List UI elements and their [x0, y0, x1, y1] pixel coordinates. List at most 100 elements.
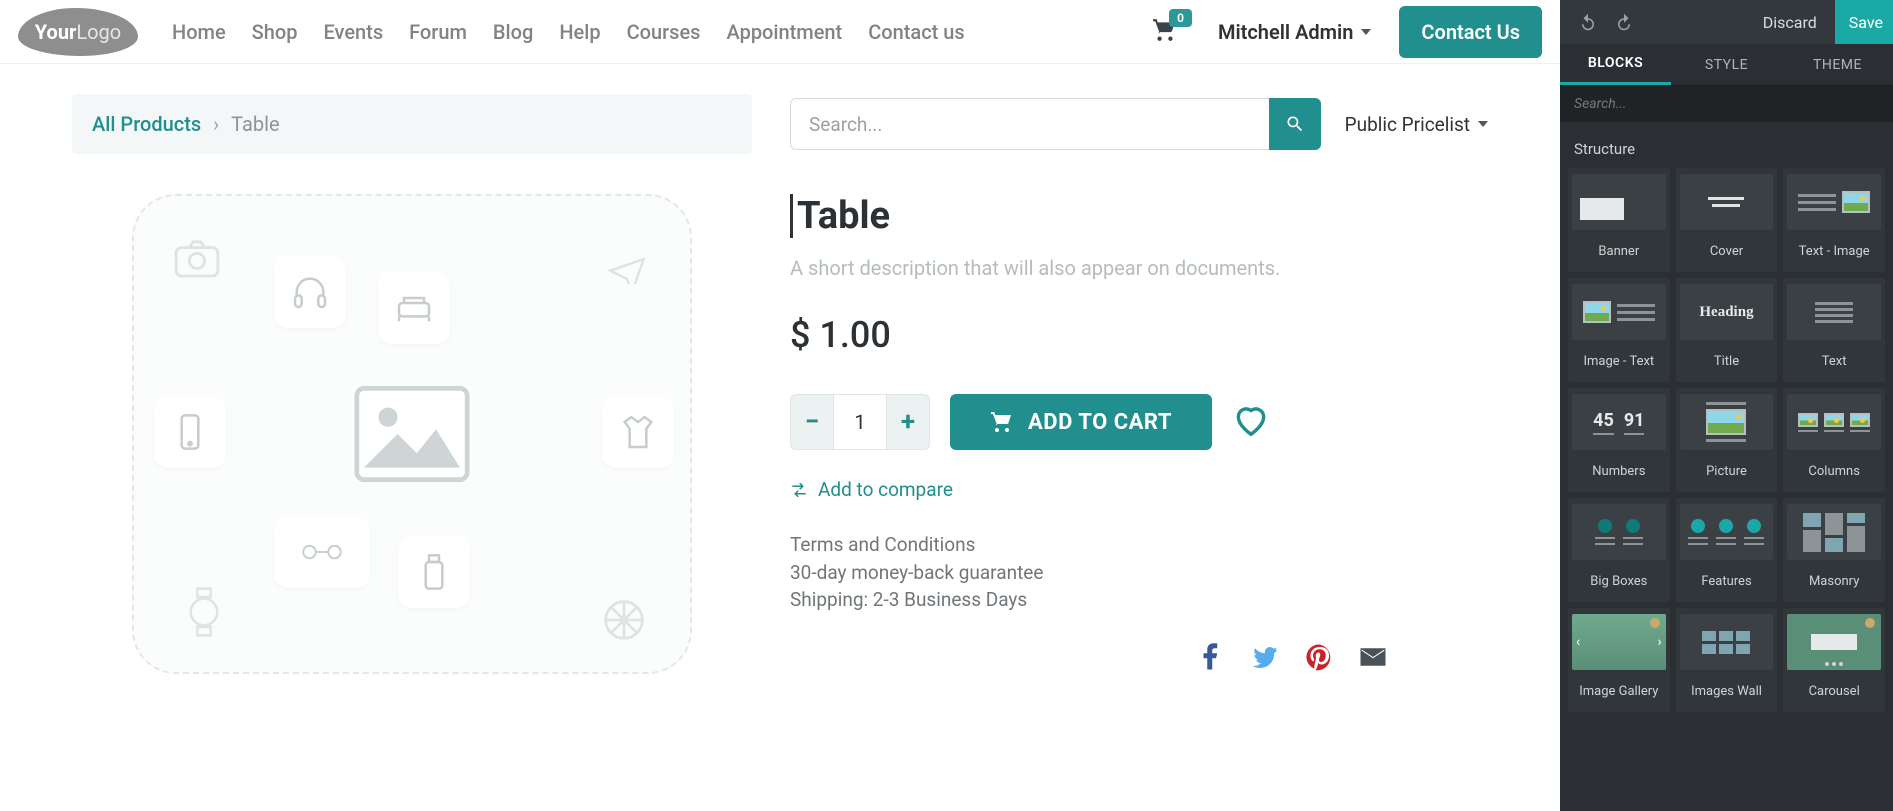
pricelist-dropdown[interactable]: Public Pricelist — [1345, 113, 1488, 136]
envelope-icon — [1358, 642, 1388, 672]
ball-icon — [602, 598, 646, 646]
editor-panel: Discard Save BLOCKS STYLE THEME Structur… — [1560, 0, 1893, 811]
watch-icon — [184, 586, 224, 642]
block-label: Image Gallery — [1579, 678, 1658, 706]
block-label: Images Wall — [1691, 678, 1762, 706]
search-button[interactable] — [1269, 98, 1321, 150]
logo-main: Your — [35, 20, 77, 44]
block-label: Text - Image — [1799, 238, 1870, 266]
block-cover[interactable]: Cover — [1676, 168, 1778, 272]
facebook-icon — [1196, 642, 1226, 672]
compare-label: Add to compare — [818, 478, 953, 501]
add-to-cart-button[interactable]: ADD TO CART — [950, 394, 1212, 450]
user-menu[interactable]: Mitchell Admin — [1218, 20, 1371, 44]
blocks-search-input[interactable] — [1560, 86, 1893, 122]
block-text[interactable]: Text — [1783, 278, 1885, 382]
quantity-stepper: − + — [790, 394, 930, 450]
block-big-boxes[interactable]: Big Boxes — [1568, 498, 1670, 602]
image-icon — [352, 386, 472, 482]
bottle-icon — [398, 536, 470, 608]
block-label: Image - Text — [1583, 348, 1654, 376]
block-text-image[interactable]: Text - Image — [1783, 168, 1885, 272]
nav-help[interactable]: Help — [559, 20, 600, 44]
tab-theme[interactable]: THEME — [1782, 44, 1893, 85]
block-columns[interactable]: Columns — [1783, 388, 1885, 492]
block-images-wall[interactable]: Images Wall — [1676, 608, 1778, 712]
product-description[interactable]: A short description that will also appea… — [790, 256, 1448, 280]
nav-contact[interactable]: Contact us — [868, 20, 964, 44]
qty-plus-button[interactable]: + — [886, 394, 930, 450]
shirt-icon — [602, 396, 674, 468]
main-nav: Home Shop Events Forum Blog Help Courses… — [172, 20, 965, 44]
block-image-gallery[interactable]: ‹›Image Gallery — [1568, 608, 1670, 712]
block-label: Banner — [1598, 238, 1639, 266]
block-image-text[interactable]: Image - Text — [1568, 278, 1670, 382]
block-label: Picture — [1706, 458, 1747, 486]
blocks-grid: Banner Cover Text - Image Image - Text H… — [1560, 168, 1893, 712]
cart-badge: 0 — [1169, 9, 1192, 27]
editor-tabs: BLOCKS STYLE THEME — [1560, 44, 1893, 86]
section-title-structure: Structure — [1560, 122, 1893, 168]
redo-icon — [1615, 13, 1633, 31]
block-label: Carousel — [1809, 678, 1860, 706]
cart-button[interactable]: 0 — [1152, 17, 1178, 47]
undo-icon — [1579, 13, 1597, 31]
product-image-placeholder[interactable] — [132, 194, 692, 674]
search-input[interactable] — [790, 98, 1269, 150]
tab-blocks[interactable]: BLOCKS — [1560, 44, 1671, 85]
heart-icon — [1232, 401, 1270, 439]
nav-events[interactable]: Events — [323, 20, 383, 44]
pricelist-label: Public Pricelist — [1345, 113, 1470, 136]
block-label: Title — [1714, 348, 1739, 376]
twitter-icon — [1250, 642, 1280, 672]
save-button[interactable]: Save — [1835, 0, 1893, 44]
user-name: Mitchell Admin — [1218, 20, 1353, 44]
nav-home[interactable]: Home — [172, 20, 226, 44]
block-numbers[interactable]: 4591Numbers — [1568, 388, 1670, 492]
site-logo[interactable]: YourLogo — [18, 8, 138, 56]
undo-button[interactable] — [1572, 6, 1604, 38]
discard-button[interactable]: Discard — [1745, 0, 1835, 44]
cart-icon — [990, 410, 1014, 434]
search-group — [790, 98, 1321, 150]
terms-block: Terms and Conditions 30-day money-back g… — [790, 531, 1448, 614]
search-icon — [1285, 114, 1305, 134]
nav-blog[interactable]: Blog — [493, 20, 533, 44]
block-label: Numbers — [1592, 458, 1645, 486]
nav-shop[interactable]: Shop — [252, 20, 298, 44]
terms-line: 30-day money-back guarantee — [790, 559, 1448, 587]
block-features[interactable]: Features — [1676, 498, 1778, 602]
qty-input[interactable] — [834, 394, 886, 450]
breadcrumb-root[interactable]: All Products — [92, 112, 201, 136]
add-to-compare-link[interactable]: Add to compare — [790, 478, 1448, 501]
nav-appointment[interactable]: Appointment — [726, 20, 842, 44]
block-picture[interactable]: Picture — [1676, 388, 1778, 492]
plane-icon — [604, 244, 650, 288]
block-masonry[interactable]: Masonry — [1783, 498, 1885, 602]
terms-line: Terms and Conditions — [790, 531, 1448, 559]
block-carousel[interactable]: Carousel — [1783, 608, 1885, 712]
share-email[interactable] — [1358, 642, 1388, 676]
share-pinterest[interactable] — [1304, 642, 1334, 676]
glasses-icon — [274, 516, 370, 588]
compare-icon — [790, 481, 808, 499]
terms-line: Shipping: 2-3 Business Days — [790, 586, 1448, 614]
top-navbar: YourLogo Home Shop Events Forum Blog Hel… — [0, 0, 1560, 64]
block-title[interactable]: HeadingTitle — [1676, 278, 1778, 382]
redo-button[interactable] — [1608, 6, 1640, 38]
product-title[interactable]: Table — [790, 194, 1448, 238]
block-label: Text — [1822, 348, 1847, 376]
qty-minus-button[interactable]: − — [790, 394, 834, 450]
wishlist-button[interactable] — [1232, 401, 1270, 443]
nav-forum[interactable]: Forum — [409, 20, 467, 44]
nav-courses[interactable]: Courses — [627, 20, 701, 44]
caret-down-icon — [1478, 121, 1488, 127]
chevron-right-icon: › — [213, 112, 219, 136]
phone-icon — [154, 396, 226, 468]
camera-icon — [174, 240, 220, 282]
share-twitter[interactable] — [1250, 642, 1280, 676]
block-banner[interactable]: Banner — [1568, 168, 1670, 272]
tab-style[interactable]: STYLE — [1671, 44, 1782, 85]
contact-us-button[interactable]: Contact Us — [1399, 6, 1542, 58]
share-facebook[interactable] — [1196, 642, 1226, 676]
